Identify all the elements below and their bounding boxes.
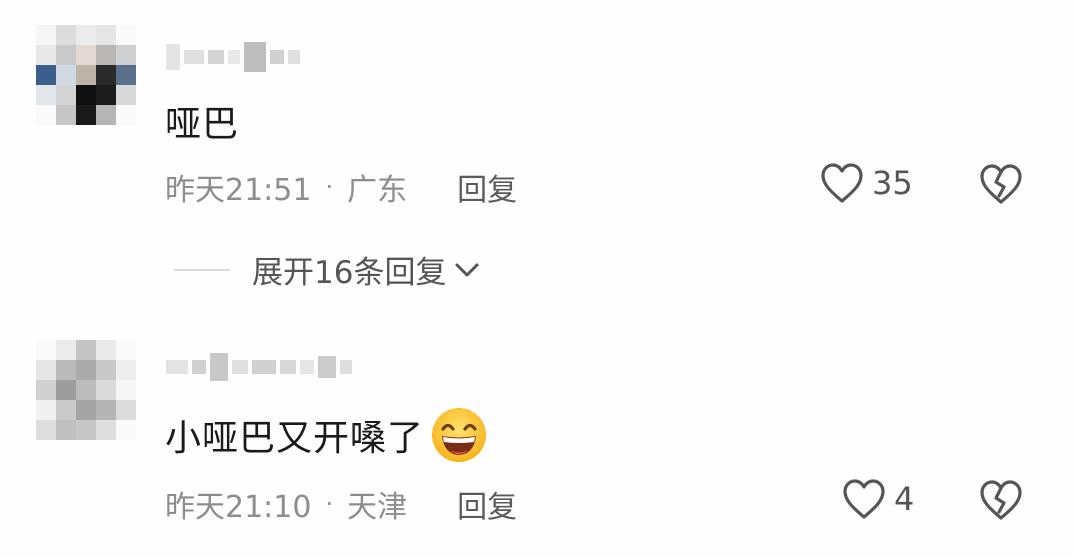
timestamp: 昨天21:10 <box>165 490 312 525</box>
timestamp: 昨天21:51 <box>165 173 312 208</box>
comment-text-content: 小哑巴又开嗓了 <box>165 418 425 459</box>
separator-dot: · <box>325 490 334 518</box>
like-count: 4 <box>894 480 915 518</box>
username-blurred[interactable] <box>166 353 352 381</box>
heart-icon <box>843 479 885 519</box>
location: 广东 <box>347 173 408 208</box>
expand-replies-label: 展开16条回复 <box>252 255 447 291</box>
expand-replies-button[interactable]: 展开16条回复 <box>174 247 480 292</box>
like-button[interactable]: 4 <box>842 478 914 520</box>
grinning-face-emoji-icon <box>432 408 487 462</box>
comment-text: 小哑巴又开嗓了 <box>165 406 488 464</box>
like-count: 35 <box>872 164 913 202</box>
reply-button[interactable]: 回复 <box>457 165 517 209</box>
avatar[interactable] <box>36 25 136 125</box>
like-button[interactable]: 35 <box>820 162 913 204</box>
broken-heart-icon <box>980 164 1022 204</box>
divider-line <box>174 268 230 271</box>
chevron-down-icon <box>455 263 479 276</box>
comment-text: 哑巴 <box>165 95 239 147</box>
dislike-button[interactable] <box>979 479 1023 525</box>
dislike-button[interactable] <box>979 163 1023 209</box>
separator-dot: · <box>325 173 334 201</box>
username-blurred[interactable] <box>166 42 300 72</box>
comment-meta: 昨天21:51 · 广东 回复 <box>165 165 517 209</box>
reply-button[interactable]: 回复 <box>457 482 517 526</box>
location: 天津 <box>347 490 408 525</box>
comment-meta: 昨天21:10 · 天津 回复 <box>165 482 517 526</box>
broken-heart-icon <box>980 480 1022 520</box>
comment-text-content: 哑巴 <box>165 104 240 145</box>
avatar[interactable] <box>36 340 136 440</box>
heart-icon <box>821 163 863 203</box>
